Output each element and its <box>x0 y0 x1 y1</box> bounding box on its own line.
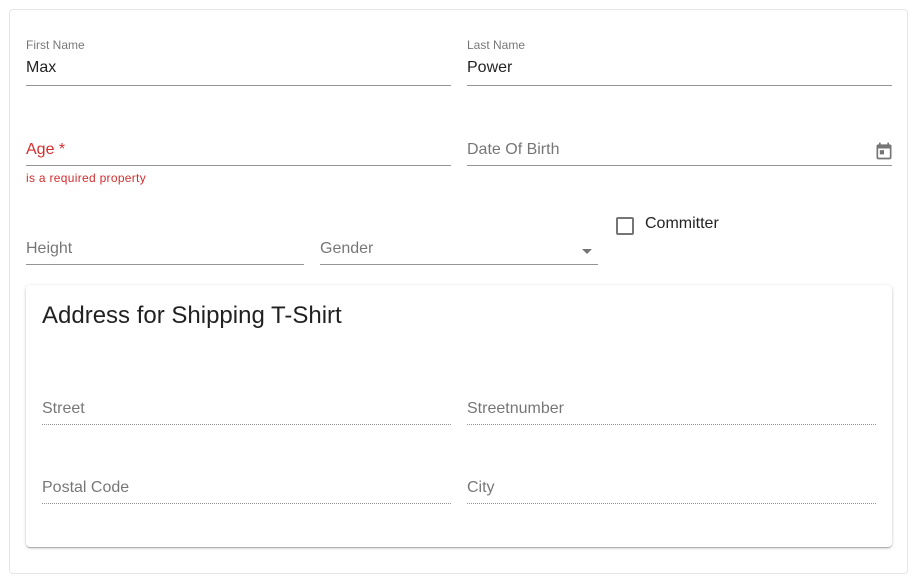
last-name-field[interactable]: Last Name Power <box>467 38 892 86</box>
postal-code-label: Postal Code <box>42 479 130 496</box>
city-label: City <box>467 479 495 496</box>
streetnumber-underline <box>467 424 876 425</box>
calendar-icon[interactable] <box>874 140 894 162</box>
dropdown-arrow-icon[interactable] <box>582 249 592 254</box>
age-underline <box>26 165 451 166</box>
last-name-value[interactable]: Power <box>467 59 512 77</box>
gender-label: Gender <box>320 240 374 257</box>
height-label: Height <box>26 240 73 257</box>
street-field[interactable]: Street <box>42 399 451 425</box>
age-field[interactable]: Age * is a required property <box>26 140 451 190</box>
date-of-birth-underline <box>467 165 892 166</box>
age-error-message: is a required property <box>26 171 146 185</box>
streetnumber-field[interactable]: Streetnumber <box>467 399 876 425</box>
street-underline <box>42 424 451 425</box>
first-name-field[interactable]: First Name Max <box>26 38 451 86</box>
first-name-label: First Name <box>26 38 85 52</box>
date-of-birth-label: Date Of Birth <box>467 141 560 158</box>
streetnumber-label: Streetnumber <box>467 400 564 417</box>
first-name-underline <box>26 85 451 86</box>
address-card: Address for Shipping T-Shirt Street Stre… <box>26 285 892 547</box>
postal-code-field[interactable]: Postal Code <box>42 478 451 504</box>
committer-label[interactable]: Committer <box>645 215 719 233</box>
gender-select[interactable]: Gender <box>320 231 598 265</box>
city-field[interactable]: City <box>467 478 876 504</box>
first-name-value[interactable]: Max <box>26 59 56 77</box>
age-label: Age * <box>26 141 66 158</box>
address-card-title: Address for Shipping T-Shirt <box>42 302 342 329</box>
committer-checkbox[interactable] <box>616 217 634 235</box>
postal-code-underline <box>42 503 451 504</box>
date-of-birth-field[interactable]: Date Of Birth <box>467 140 894 168</box>
last-name-label: Last Name <box>467 38 526 52</box>
street-label: Street <box>42 400 85 417</box>
last-name-underline <box>467 85 892 86</box>
city-underline <box>467 503 876 504</box>
height-field[interactable]: Height <box>26 239 304 265</box>
gender-underline <box>320 264 598 265</box>
height-underline <box>26 264 304 265</box>
